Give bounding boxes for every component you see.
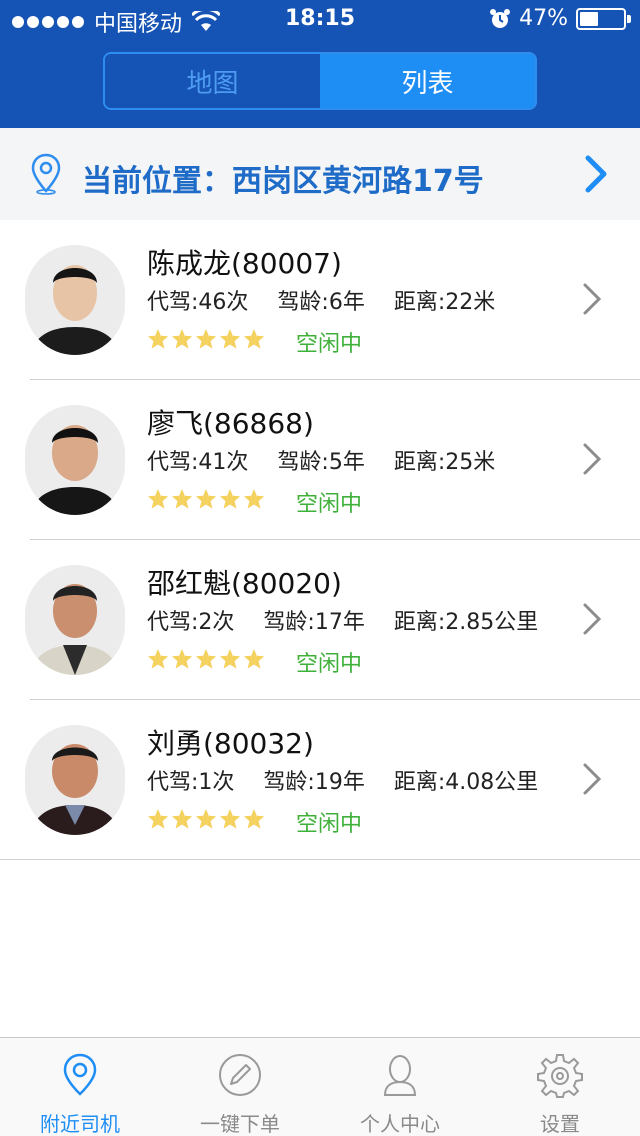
driver-years: 驾龄:6年 bbox=[277, 290, 365, 315]
driver-row[interactable]: 廖飞(86868) 代驾:41次 驾龄:5年 距离:25米 空闲中 bbox=[0, 380, 640, 540]
driver-avatar bbox=[25, 565, 125, 675]
driver-trips: 代驾:2次 bbox=[147, 610, 235, 635]
driver-rating bbox=[147, 488, 265, 510]
driver-name: 廖飞(86868) bbox=[147, 407, 314, 440]
star-icon bbox=[243, 808, 265, 829]
tab-settings[interactable]: 设置 bbox=[480, 1038, 640, 1136]
driver-name: 刘勇(80032) bbox=[147, 727, 314, 760]
star-icon bbox=[171, 648, 193, 669]
star-icon bbox=[219, 328, 241, 349]
driver-years: 驾龄:19年 bbox=[263, 770, 365, 795]
tab-label: 个人中心 bbox=[360, 1112, 440, 1136]
segment-list[interactable]: 列表 bbox=[320, 54, 535, 108]
star-icon bbox=[243, 328, 265, 349]
chevron-right-icon bbox=[583, 443, 602, 475]
star-icon bbox=[243, 488, 265, 509]
star-icon bbox=[219, 488, 241, 509]
view-segmented-control: 地图 列表 bbox=[103, 52, 537, 110]
battery-icon bbox=[576, 7, 631, 30]
tab-quick-order[interactable]: 一键下单 bbox=[160, 1038, 320, 1136]
star-icon bbox=[219, 808, 241, 829]
driver-row[interactable]: 邵红魁(80020) 代驾:2次 驾龄:17年 距离:2.85公里 空闲中 bbox=[0, 540, 640, 700]
driver-distance: 距离:4.08公里 bbox=[393, 770, 539, 795]
driver-name: 陈成龙(80007) bbox=[147, 247, 342, 280]
driver-name: 邵红魁(80020) bbox=[147, 567, 342, 600]
driver-trips: 代驾:41次 bbox=[147, 450, 249, 475]
driver-years: 驾龄:5年 bbox=[277, 450, 365, 475]
star-icon bbox=[243, 648, 265, 669]
star-icon bbox=[171, 808, 193, 829]
driver-rating bbox=[147, 808, 265, 830]
driver-distance: 距离:22米 bbox=[393, 290, 496, 315]
star-icon bbox=[195, 648, 217, 669]
tab-label: 设置 bbox=[540, 1112, 580, 1136]
location-pin-icon bbox=[63, 1053, 97, 1096]
bottom-tab-bar: 附近司机 一键下单 个人中心 设置 bbox=[0, 1037, 640, 1136]
driver-status: 空闲中 bbox=[296, 492, 363, 517]
driver-years: 驾龄:17年 bbox=[263, 610, 365, 635]
driver-distance: 距离:25米 bbox=[393, 450, 496, 475]
star-icon bbox=[171, 488, 193, 509]
driver-status: 空闲中 bbox=[296, 652, 363, 677]
chevron-right-icon bbox=[583, 603, 602, 635]
star-icon bbox=[147, 808, 169, 829]
driver-status: 空闲中 bbox=[296, 332, 363, 357]
driver-trips: 代驾:46次 bbox=[147, 290, 249, 315]
current-location-text: 当前位置：西岗区黄河路17号 bbox=[82, 164, 484, 199]
tab-label: 附近司机 bbox=[40, 1112, 120, 1136]
current-location-bar[interactable]: 当前位置：西岗区黄河路17号 bbox=[0, 128, 640, 220]
star-icon bbox=[171, 328, 193, 349]
driver-avatar bbox=[25, 245, 125, 355]
status-bar: 中国移动 18:15 47% bbox=[0, 0, 640, 40]
battery-percent: 47% bbox=[519, 6, 568, 31]
chevron-right-icon bbox=[583, 283, 602, 315]
driver-trips: 代驾:1次 bbox=[147, 770, 235, 795]
segment-map[interactable]: 地图 bbox=[105, 54, 320, 108]
star-icon bbox=[219, 648, 241, 669]
driver-rating bbox=[147, 328, 265, 350]
driver-avatar bbox=[25, 405, 125, 515]
tab-label: 一键下单 bbox=[200, 1112, 280, 1136]
row-divider bbox=[0, 859, 640, 860]
chevron-right-icon bbox=[583, 763, 602, 795]
driver-row[interactable]: 刘勇(80032) 代驾:1次 驾龄:19年 距离:4.08公里 空闲中 bbox=[0, 700, 640, 860]
star-icon bbox=[195, 488, 217, 509]
top-bar: 中国移动 18:15 47% 地图 列表 bbox=[0, 0, 640, 128]
star-icon bbox=[147, 488, 169, 509]
location-pin-icon bbox=[31, 153, 61, 195]
driver-distance: 距离:2.85公里 bbox=[393, 610, 539, 635]
person-icon bbox=[383, 1055, 417, 1096]
driver-avatar bbox=[25, 725, 125, 835]
driver-rating bbox=[147, 648, 265, 670]
tab-nearby-drivers[interactable]: 附近司机 bbox=[0, 1038, 160, 1136]
gear-icon bbox=[537, 1054, 583, 1098]
driver-status: 空闲中 bbox=[296, 812, 363, 837]
driver-list: 陈成龙(80007) 代驾:46次 驾龄:6年 距离:22米 空闲中 廖飞(86… bbox=[0, 220, 640, 860]
driver-row[interactable]: 陈成龙(80007) 代驾:46次 驾龄:6年 距离:22米 空闲中 bbox=[0, 220, 640, 380]
star-icon bbox=[147, 328, 169, 349]
chevron-right-icon bbox=[585, 155, 607, 193]
star-icon bbox=[147, 648, 169, 669]
star-icon bbox=[195, 808, 217, 829]
alarm-icon bbox=[490, 8, 511, 28]
tab-profile[interactable]: 个人中心 bbox=[320, 1038, 480, 1136]
pencil-icon bbox=[219, 1054, 261, 1096]
star-icon bbox=[195, 328, 217, 349]
